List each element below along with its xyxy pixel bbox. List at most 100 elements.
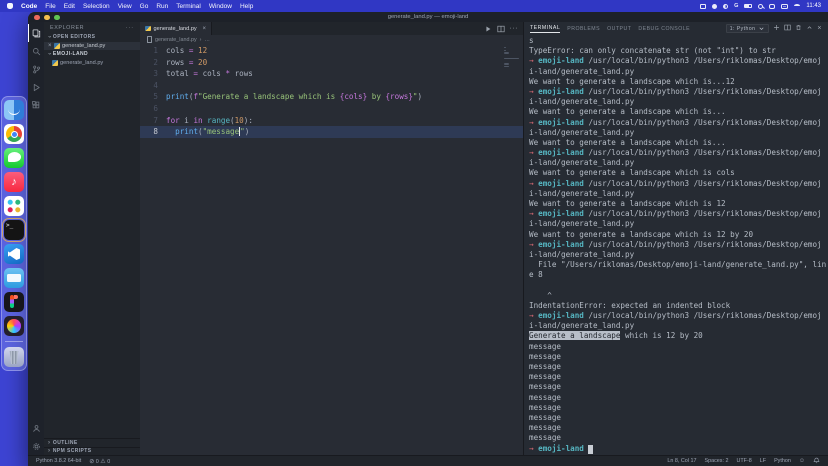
notifications-bell-icon[interactable] <box>813 457 820 466</box>
backup-status-icon[interactable] <box>723 3 729 9</box>
menubar-app-name[interactable]: Code <box>21 3 37 10</box>
run-debug-icon[interactable] <box>28 78 44 96</box>
notification-icon[interactable] <box>769 3 776 9</box>
extensions-icon[interactable] <box>28 96 44 114</box>
close-editor-icon[interactable]: × <box>48 43 52 49</box>
tab-terminal[interactable]: TERMINAL <box>530 25 561 33</box>
dock-blue-app-icon[interactable] <box>4 268 24 288</box>
menu-go[interactable]: Go <box>140 3 149 10</box>
battery-icon[interactable] <box>744 3 753 9</box>
window-close-button[interactable] <box>34 14 40 20</box>
cursor-position-item[interactable]: Ln 8, Col 17 <box>667 458 696 464</box>
menu-file[interactable]: File <box>45 3 55 10</box>
dock-figma-icon[interactable] <box>4 292 24 312</box>
app-status-icon[interactable] <box>712 3 718 9</box>
code-line[interactable]: 7 for i in range(10): <box>140 115 523 127</box>
dock-messages-icon[interactable] <box>4 148 24 168</box>
window-minimize-button[interactable] <box>44 14 50 20</box>
code-line[interactable]: 4 <box>140 80 523 92</box>
display-status-icon[interactable] <box>700 3 707 9</box>
code-area[interactable]: 1 cols = 12 2 rows = 20 3 total = cols * rows… <box>140 44 523 455</box>
file-item-generate-land[interactable]: generate_land.py <box>44 59 140 68</box>
tab-close-icon[interactable]: × <box>202 26 206 32</box>
window-titlebar[interactable]: generate_land.py — emoji-land <box>28 12 828 22</box>
dock-terminal-icon[interactable]: >_ <box>2 218 26 242</box>
account-icon[interactable] <box>28 419 44 437</box>
editor-group: generate_land.py × ··· generate_land.py … <box>140 22 523 455</box>
apple-menu-icon[interactable] <box>7 3 13 9</box>
terminal-line: → emoji-land /usr/local/bin/python3 /Use… <box>529 311 822 321</box>
settings-gear-icon[interactable] <box>28 437 44 455</box>
breadcrumb[interactable]: generate_land.py › … <box>140 35 523 44</box>
line-number: 5 <box>153 92 158 102</box>
feedback-smiley-icon[interactable]: ☺ <box>799 458 805 464</box>
dock-chrome-icon[interactable] <box>4 124 24 144</box>
dock-slack-icon[interactable] <box>4 196 24 216</box>
sidebar-actions-icon[interactable]: ··· <box>126 25 134 31</box>
python-interpreter-item[interactable]: Python 3.8.2 64-bit <box>36 458 81 464</box>
menu-run[interactable]: Run <box>156 3 168 10</box>
new-terminal-icon[interactable] <box>773 24 780 33</box>
tab-problems[interactable]: PROBLEMS <box>567 26 600 32</box>
menu-edit[interactable]: Edit <box>64 3 75 10</box>
code-line[interactable]: 6 <box>140 103 523 115</box>
tab-generate-land[interactable]: generate_land.py × <box>140 22 212 35</box>
menubar-clock[interactable]: 11:43 <box>806 3 821 9</box>
outline-section-header[interactable]: › OUTLINE <box>44 438 140 447</box>
terminal-line: We want to generate a landscape which is… <box>529 199 726 208</box>
open-editor-item[interactable]: × generate_land.py <box>44 41 140 50</box>
wifi-icon[interactable] <box>794 4 801 8</box>
open-editors-header[interactable]: › OPEN EDITORS <box>44 33 140 42</box>
terminal-line: → emoji-land /usr/local/bin/python3 /Use… <box>529 56 822 66</box>
menu-window[interactable]: Window <box>209 3 232 10</box>
dock-vscode-icon[interactable] <box>4 244 24 264</box>
dock-finder-icon[interactable] <box>4 100 24 120</box>
source-control-icon[interactable] <box>28 60 44 78</box>
window-zoom-button[interactable] <box>54 14 60 20</box>
menu-view[interactable]: View <box>118 3 132 10</box>
code-line[interactable]: 1 cols = 12 <box>140 45 523 57</box>
eol-item[interactable]: LF <box>760 458 766 464</box>
more-actions-icon[interactable]: ··· <box>510 25 519 32</box>
menu-terminal[interactable]: Terminal <box>176 3 201 10</box>
dock-trash-icon[interactable] <box>4 347 24 367</box>
spotlight-icon[interactable] <box>758 3 764 9</box>
chevron-right-icon: › <box>48 448 51 455</box>
npm-scripts-section-header[interactable]: › NPM SCRIPTS <box>44 446 140 456</box>
terminal-output[interactable]: s TypeError: can only concatenate str (no… <box>524 35 828 455</box>
kill-terminal-icon[interactable] <box>795 24 802 33</box>
menu-selection[interactable]: Selection <box>83 3 110 10</box>
cloud-status-icon[interactable]: G <box>734 3 738 9</box>
errors-icon: ⊘ <box>89 458 95 465</box>
search-icon[interactable] <box>28 42 44 60</box>
close-panel-icon[interactable]: × <box>817 25 822 32</box>
minimap-line <box>504 65 509 68</box>
code-line[interactable]: 5 print(f"Generate a landscape which is {… <box>140 91 523 103</box>
terminal-line: message <box>529 351 562 361</box>
code-line[interactable]: 3 total = cols * rows <box>140 68 523 80</box>
chevron-right-icon: › <box>48 439 51 446</box>
terminal-line: message <box>529 392 562 402</box>
code-line[interactable]: 2 rows = 20 <box>140 57 523 69</box>
control-center-icon[interactable] <box>781 3 789 9</box>
minimap-line <box>504 63 510 65</box>
maximize-panel-icon[interactable] <box>806 24 813 33</box>
shell-selector[interactable]: 1: Python <box>725 24 770 33</box>
language-mode-item[interactable]: Python <box>774 458 791 464</box>
dock-music-icon[interactable]: ♪ <box>4 172 24 192</box>
indentation-item[interactable]: Spaces: 2 <box>705 458 729 464</box>
split-terminal-icon[interactable] <box>784 24 792 33</box>
terminal-line: We want to generate a landscape which is… <box>529 168 735 178</box>
tab-output[interactable]: OUTPUT <box>607 26 631 32</box>
dock-media-app-icon[interactable] <box>4 316 24 336</box>
minimap-line <box>504 52 510 54</box>
explorer-icon[interactable] <box>28 24 44 42</box>
tab-debug-console[interactable]: DEBUG CONSOLE <box>638 26 690 32</box>
panel-header: TERMINAL PROBLEMS OUTPUT DEBUG CONSOLE 1… <box>524 22 828 35</box>
minimap[interactable] <box>504 47 520 68</box>
folder-header-emoji-land[interactable]: › EMOJI-LAND <box>44 50 140 59</box>
code-line[interactable]: 8 print("message") <box>140 126 523 138</box>
problems-item[interactable]: ⊘ 0 ⚠ 0 <box>89 458 110 465</box>
encoding-item[interactable]: UTF-8 <box>736 458 751 464</box>
menu-help[interactable]: Help <box>240 3 253 10</box>
